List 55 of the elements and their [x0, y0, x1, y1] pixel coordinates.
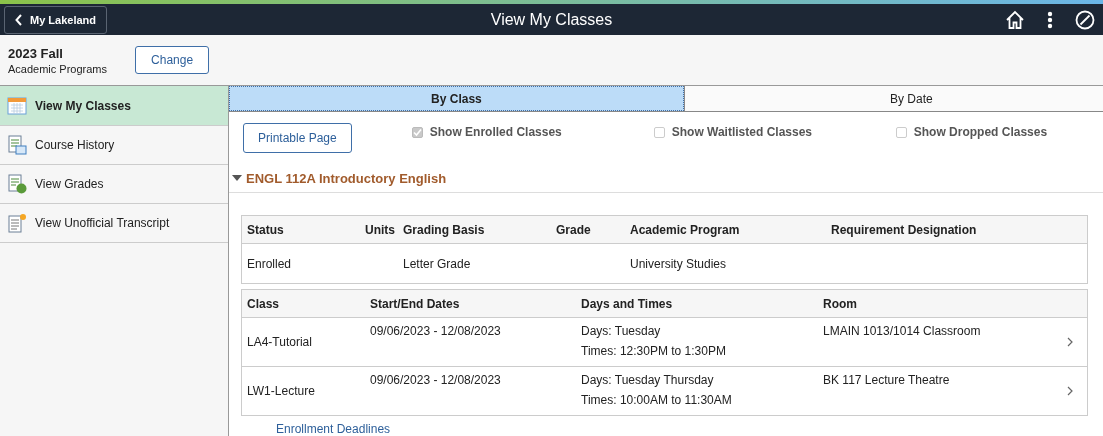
sidebar-item[interactable]: View My Classes — [0, 86, 228, 126]
checkbox[interactable] — [895, 126, 907, 138]
change-button[interactable]: Change — [135, 46, 210, 74]
enrollment-deadlines-link[interactable]: Enrollment Deadlines — [276, 422, 391, 436]
checkbox-label: Show Enrolled Classes — [429, 125, 562, 140]
more-menu-icon[interactable] — [1047, 10, 1053, 29]
table-cell-text: Enrolled — [247, 256, 293, 271]
column-header: Class — [247, 296, 281, 311]
table-cell: 09/06/2023 - 12/08/2023 — [370, 373, 501, 387]
page-title: View My Classes — [490, 10, 613, 29]
sidebar-item[interactable]: View Grades — [0, 165, 228, 204]
table-cell-text: LA4-Tutorial — [247, 334, 313, 351]
back-button[interactable]: My Lakeland — [4, 5, 108, 34]
chevron-right-icon — [1067, 386, 1073, 396]
table-cell-text: LW1-Lecture — [247, 383, 316, 400]
column-header: Status — [247, 222, 285, 237]
printable-page-button[interactable]: Printable Page — [243, 123, 352, 154]
checkbox-label: Show Dropped Classes — [913, 125, 1048, 140]
course-title: ENGL 112A Introductory English — [246, 171, 447, 186]
chevron-left-icon — [15, 13, 23, 26]
column-header: Grade — [556, 222, 592, 237]
tab[interactable]: By Date — [683, 86, 1103, 112]
section-row[interactable]: LA4-Tutorial 09/06/2023 - 12/08/2023 Days: Tuesday Times: 12:30PM to 1:30PM LMAIN 1013/1014 Classroom — [242, 318, 1087, 367]
column-header: Days and Times — [581, 296, 674, 311]
home-icon[interactable] — [1005, 9, 1025, 30]
table-cell-text: Days: Tuesday — [581, 324, 662, 338]
table-cell-text: Days: Tuesday Thursday — [581, 373, 715, 387]
column-header: Requirement Designation — [831, 222, 978, 237]
table-cell-text: Times: 12:30PM to 1:30PM — [581, 344, 727, 358]
sidebar-item[interactable]: View Unofficial Transcript — [0, 204, 228, 243]
table-cell: LMAIN 1013/1014 Classroom — [823, 324, 981, 338]
checkbox-label: Show Waitlisted Classes — [671, 125, 812, 140]
column-header: Room — [823, 296, 858, 311]
term-name: 2023 Fall — [8, 45, 64, 61]
column-header: Academic Program — [630, 222, 741, 237]
tab[interactable]: By Class — [229, 86, 684, 112]
table-cell: BK 117 Lecture Theatre — [823, 373, 950, 387]
grades-icon — [7, 174, 27, 194]
career-label: Academic Programs — [8, 62, 108, 75]
checkbox[interactable] — [411, 126, 423, 138]
column-header: Grading Basis — [403, 222, 486, 237]
caret-icon[interactable] — [232, 175, 242, 182]
list-icon — [7, 135, 27, 155]
calendar-icon — [7, 95, 27, 116]
column-header: Start/End Dates — [370, 296, 461, 311]
chevron-right-icon — [1067, 337, 1073, 347]
table-cell-text: Times: 10:00AM to 11:30AM — [581, 393, 733, 407]
sidebar-item[interactable]: Course History — [0, 126, 228, 165]
table-cell: 09/06/2023 - 12/08/2023 — [370, 324, 501, 338]
transcript-icon — [7, 213, 27, 233]
table-cell-text: Letter Grade — [403, 256, 472, 271]
table-cell-text: University Studies — [630, 256, 728, 271]
checkbox[interactable] — [653, 126, 665, 138]
section-row[interactable]: LW1-Lecture 09/06/2023 - 12/08/2023 Days: Tuesday Thursday Times: 10:00AM to 11:30AM BK 117 Lecture Theatre — [242, 367, 1087, 415]
column-header: Units — [365, 222, 396, 237]
